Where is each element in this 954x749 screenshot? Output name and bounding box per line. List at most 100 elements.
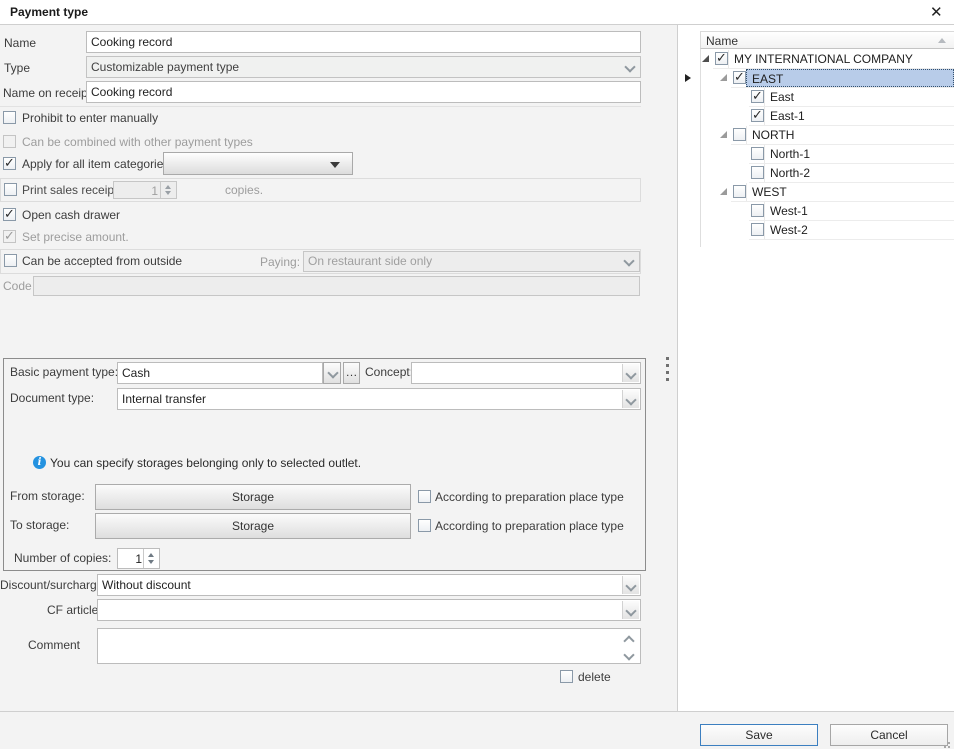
chevron-down-icon [624,61,635,72]
basic-payment-combo[interactable]: Cash [117,362,323,384]
from-storage-label: From storage: [10,490,85,503]
spin-up-icon[interactable] [148,553,154,557]
basic-payment-ellipsis-button[interactable]: … [343,362,360,384]
tree-row[interactable]: MY INTERNATIONAL COMPANY [678,50,954,69]
to-storage-button[interactable]: Storage [95,513,411,539]
row-separator [749,239,954,240]
tree-row[interactable]: North-1 [678,145,954,164]
item-categories-dropdown[interactable] [163,152,353,175]
tree-row[interactable]: West-2 [678,221,954,240]
tree-node-label[interactable]: MY INTERNATIONAL COMPANY [728,50,954,68]
tree-node-label[interactable]: East [764,88,954,106]
from-storage-button[interactable]: Storage [95,484,411,510]
chevron-down-icon [327,367,338,378]
tree-node-checkbox[interactable] [733,128,746,141]
to-storage-label: To storage: [10,519,69,532]
discount-value: Without discount [102,578,191,592]
open-drawer-label: Open cash drawer [22,209,120,222]
tree-node-checkbox[interactable] [733,71,746,84]
spinner-buttons[interactable] [160,182,176,198]
code-input [33,276,640,296]
spin-down-icon[interactable] [165,191,171,195]
tree-node-checkbox[interactable] [751,147,764,160]
tree-node-checkbox[interactable] [751,109,764,122]
tree-row[interactable]: NORTH [678,126,954,145]
name-label: Name [4,37,36,50]
tree-row[interactable]: North-2 [678,164,954,183]
precise-amount-checkbox [3,230,16,243]
tree-row[interactable]: East-1 [678,107,954,126]
comment-label: Comment [28,639,80,652]
print-receipt-checkbox[interactable] [4,183,17,196]
copies-value: 1 [118,551,142,567]
dropdown-button[interactable] [622,364,639,382]
tree-node-label[interactable]: WEST [746,183,954,201]
close-icon[interactable]: ✕ [930,3,943,21]
concept-combo[interactable] [411,362,641,384]
expand-collapse-icon[interactable] [720,131,727,138]
expand-collapse-icon[interactable] [720,74,727,81]
comment-field[interactable] [97,628,641,664]
expand-collapse-icon[interactable] [702,55,709,62]
combined-label: Can be combined with other payment types [22,136,253,149]
storage-info-text: You can specify storages belonging only … [50,457,361,470]
delete-checkbox[interactable] [560,670,573,683]
dropdown-button[interactable] [622,390,639,408]
print-receipt-label: Print sales receipt, [22,184,121,197]
cancel-button[interactable]: Cancel [830,724,948,746]
prohibit-checkbox[interactable] [3,111,16,124]
accepted-outside-label: Can be accepted from outside [22,255,182,268]
number-of-copies-spinner[interactable]: 1 [117,548,160,569]
spin-up-icon[interactable] [165,185,171,189]
tree-node-label[interactable]: East-1 [764,107,954,125]
comment-textarea[interactable] [98,629,640,663]
spin-down-icon[interactable] [148,560,154,564]
basic-payment-dropdown-button[interactable] [323,362,341,384]
expand-collapse-icon[interactable] [720,188,727,195]
spinner-buttons[interactable] [143,549,159,568]
tree-row[interactable]: WEST [678,183,954,202]
tree-node-label[interactable]: West-2 [764,221,954,239]
tree-node-label[interactable]: North-2 [764,164,954,182]
print-copies-spinner[interactable]: 1 [113,181,177,199]
copies-suffix-label: copies. [225,184,263,197]
discount-label: Discount/surcharge [0,579,103,592]
tree-node-checkbox[interactable] [751,90,764,103]
chevron-down-icon [625,605,636,616]
tree-node-checkbox[interactable] [751,223,764,236]
number-of-copies-label: Number of copies: [14,552,111,565]
cf-article-label: CF article [47,604,98,617]
apply-all-label: Apply for all item categories [22,158,169,171]
tree-node-checkbox[interactable] [751,166,764,179]
to-prep-checkbox[interactable] [418,519,431,532]
cf-article-combo[interactable] [97,599,641,621]
paying-value: On restaurant side only [308,254,432,268]
name-on-receipt-input[interactable] [86,81,641,103]
section-separator [0,106,641,107]
payment-type-dialog: Payment type ✕ Name Type Customizable pa… [0,0,954,749]
from-prep-checkbox[interactable] [418,490,431,503]
name-input[interactable] [86,31,641,53]
dropdown-button[interactable] [622,576,639,594]
document-type-value: Internal transfer [122,392,206,406]
apply-all-checkbox[interactable] [3,157,16,170]
tree-node-label[interactable]: North-1 [764,145,954,163]
footer: Save Cancel [0,712,954,749]
discount-combo[interactable]: Without discount [97,574,641,596]
tree-row[interactable]: East [678,88,954,107]
type-combo[interactable]: Customizable payment type [86,56,641,78]
tree-node-label[interactable]: West-1 [764,202,954,220]
open-drawer-checkbox[interactable] [3,208,16,221]
name-on-receipt-label: Name on receipt [3,87,91,100]
tree-node-label-selected[interactable]: EAST [746,69,954,87]
tree-row[interactable]: West-1 [678,202,954,221]
tree-node-checkbox[interactable] [733,185,746,198]
accepted-outside-checkbox[interactable] [4,254,17,267]
tree-node-checkbox[interactable] [751,204,764,217]
dropdown-button[interactable] [622,601,639,619]
tree-node-label[interactable]: NORTH [746,126,954,144]
save-button[interactable]: Save [700,724,818,746]
tree-node-checkbox[interactable] [715,52,728,65]
tree-row[interactable]: EAST [678,69,954,88]
document-type-combo[interactable]: Internal transfer [117,388,641,410]
